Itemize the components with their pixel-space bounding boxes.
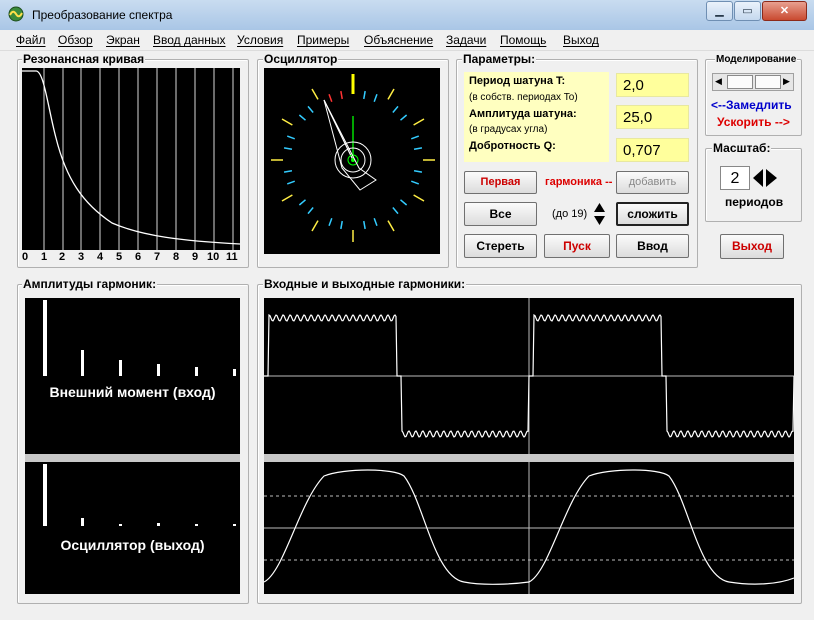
scale-title: Масштаб:: [712, 141, 772, 155]
amplitude-input[interactable]: 25,0: [616, 105, 689, 129]
menu-data-input[interactable]: Ввод данных: [153, 33, 226, 47]
slower-label[interactable]: <--Замедлить: [711, 98, 792, 112]
sum-button[interactable]: сложить: [616, 202, 689, 226]
exit-button[interactable]: Выход: [720, 234, 784, 259]
scale-unit-label: периодов: [725, 195, 784, 209]
params-title: Параметры:: [462, 52, 537, 66]
menu-bar: Файл Обзор Экран Ввод данных Условия При…: [0, 30, 814, 51]
close-icon: ✕: [779, 5, 790, 17]
harmonic-label: гармоника --: [545, 176, 613, 188]
plot-divider: [25, 454, 240, 462]
menu-examples[interactable]: Примеры: [297, 33, 349, 47]
oscillator-title: Осциллятор: [263, 52, 339, 66]
app-icon: [8, 6, 24, 22]
maximize-button[interactable]: ▭: [734, 1, 761, 21]
tick-label: 3: [78, 251, 85, 263]
menu-tasks[interactable]: Задачи: [446, 33, 486, 47]
period-label: Период шатуна T:: [469, 75, 566, 87]
tick-label: 11: [226, 251, 238, 263]
period-input[interactable]: 2,0: [616, 73, 689, 97]
harmonic-spinner[interactable]: [592, 202, 607, 226]
oscillator-dial: [264, 68, 440, 254]
faster-label[interactable]: Ускорить -->: [717, 115, 790, 129]
tick-label: 0: [22, 251, 29, 263]
start-button[interactable]: Пуск: [544, 234, 610, 258]
add-harmonic-button[interactable]: добавить: [616, 171, 689, 194]
menu-conditions[interactable]: Условия: [237, 33, 283, 47]
modeling-title: Моделирование: [715, 54, 798, 65]
harmonics-title: Входные и выходные гармоники:: [263, 277, 467, 291]
input-waveform-plot: [264, 298, 794, 454]
q-factor-input[interactable]: 0,707: [616, 138, 689, 162]
scale-value-input[interactable]: 2: [720, 166, 750, 190]
period-sub-label: (в собств. периодах To): [469, 92, 578, 103]
output-plot-label: Осциллятор (выход): [60, 537, 205, 553]
tick-label: 8: [173, 251, 180, 263]
tick-label: 1: [41, 251, 48, 263]
output-waveform-plot: [264, 462, 794, 594]
params-labels-box: Период шатуна T: (в собств. периодах To)…: [464, 72, 609, 162]
scale-stepper[interactable]: [752, 167, 778, 189]
scroll-right-icon[interactable]: ▶: [783, 76, 790, 87]
speed-thumb-right[interactable]: [755, 75, 781, 89]
input-waveform-svg: [264, 298, 794, 454]
waveform-divider: [264, 454, 794, 462]
resonance-plot: [22, 68, 240, 250]
erase-button[interactable]: Стереть: [464, 234, 537, 258]
resonance-ticks: 0 1 2 3 4 5 6 7 8 9 10 11: [22, 251, 244, 265]
input-amplitudes-plot: Внешний момент (вход): [25, 298, 240, 454]
menu-exit[interactable]: Выход: [563, 33, 599, 47]
minimize-icon: ▁: [715, 5, 724, 17]
input-plot-label: Внешний момент (вход): [49, 384, 216, 400]
amplitudes-title: Амплитуды гармоник:: [22, 277, 158, 291]
window-title: Преобразование спектра: [32, 8, 173, 22]
maximize-icon: ▭: [742, 5, 753, 17]
all-harmonics-button[interactable]: Все: [464, 202, 537, 226]
tick-label: 10: [207, 251, 220, 263]
scale-arrows-icon: [753, 169, 777, 187]
menu-view[interactable]: Обзор: [58, 33, 93, 47]
tick-label: 2: [59, 251, 66, 263]
output-amplitudes-plot: Осциллятор (выход): [25, 462, 240, 594]
tick-label: 7: [154, 251, 161, 263]
menu-explanation[interactable]: Объяснение: [364, 33, 433, 47]
output-amplitude-bars: [43, 464, 236, 526]
tick-label: 4: [97, 251, 104, 263]
minimize-button[interactable]: ▁: [706, 1, 733, 21]
tick-label: 9: [192, 251, 199, 263]
input-button[interactable]: Ввод: [616, 234, 689, 258]
menu-help[interactable]: Помощь: [500, 33, 546, 47]
amplitude-sub-label: (в градусах угла): [469, 124, 548, 135]
tick-label: 5: [116, 251, 123, 263]
menu-screen[interactable]: Экран: [106, 33, 140, 47]
amplitude-label: Амплитуда шатуна:: [469, 108, 577, 120]
title-bar: Преобразование спектра ▁ ▭ ✕: [0, 0, 814, 31]
speed-thumb-left[interactable]: [727, 75, 753, 89]
resonance-title: Резонансная кривая: [22, 52, 146, 66]
resonance-curve-svg: [22, 68, 240, 250]
up-to-label: (до 19): [552, 208, 588, 220]
speed-scrollbar[interactable]: ◀ ▶: [712, 73, 794, 91]
q-label: Добротность Q:: [469, 140, 556, 152]
oscillator-dial-svg: [271, 74, 435, 242]
tick-label: 6: [135, 251, 142, 263]
scroll-left-icon[interactable]: ◀: [715, 76, 722, 87]
input-amplitude-bars: [43, 300, 236, 376]
output-waveform-svg: [264, 462, 794, 594]
menu-file[interactable]: Файл: [16, 33, 46, 47]
first-harmonic-button[interactable]: Первая: [464, 171, 537, 194]
spinner-arrows-icon: [594, 203, 605, 225]
close-button[interactable]: ✕: [762, 1, 807, 21]
